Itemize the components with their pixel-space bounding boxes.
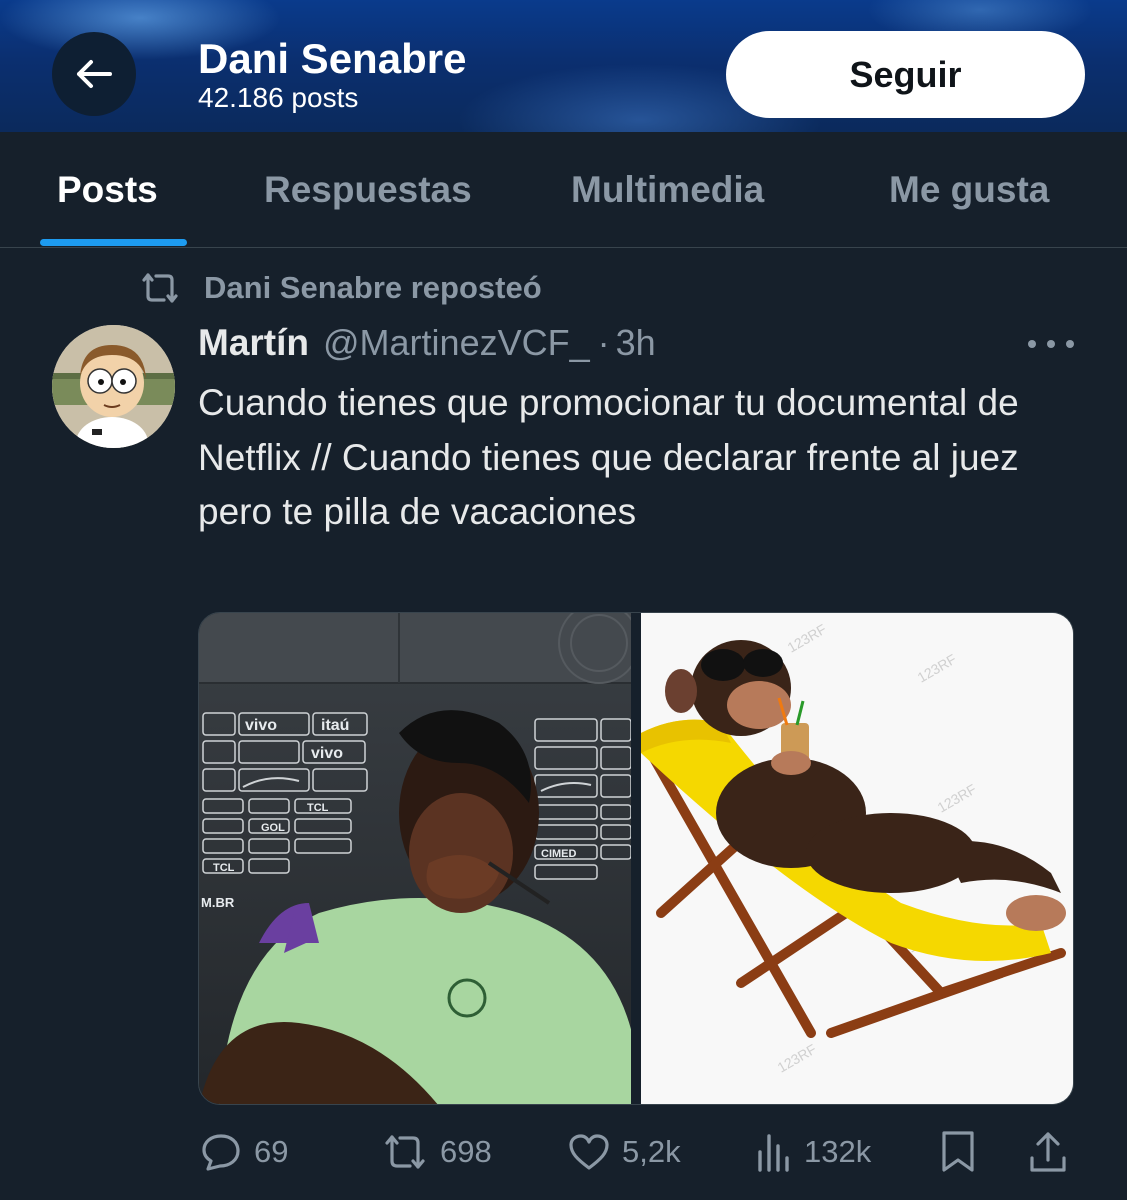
sponsor-tcl-2: TCL (213, 862, 235, 874)
views-button[interactable]: 132k (756, 1128, 871, 1176)
more-icon (1028, 340, 1036, 348)
tweet-text: Cuando tienes que promocionar tu documen… (198, 382, 1019, 532)
author-name[interactable]: Martín (198, 322, 309, 364)
sponsor-gol: GOL (261, 822, 285, 834)
tweet-media[interactable]: vivo itaú vivo TCL GOL TCL CIMED M.BR 12… (198, 612, 1074, 1105)
tweet-header: Martín @MartinezVCF_ · 3h (198, 322, 656, 368)
media-image-monkey-deckchair[interactable]: 123RF 123RF 123RF 123RF 123RF 123RF (641, 613, 1073, 1104)
tweet-time[interactable]: 3h (616, 322, 656, 364)
tweet-actions: 69 698 5,2k 132k (0, 1124, 1127, 1180)
profile-header: Dani Senabre 42.186 posts Seguir (0, 0, 1127, 132)
like-count: 5,2k (622, 1134, 681, 1169)
like-icon (568, 1133, 610, 1171)
views-icon (756, 1132, 792, 1172)
bookmark-button[interactable] (940, 1128, 976, 1176)
back-arrow-icon (76, 59, 112, 89)
sponsor-cimed: CIMED (541, 848, 577, 860)
media-image-press-conference[interactable]: vivo itaú vivo TCL GOL TCL CIMED M.BR (199, 613, 631, 1104)
active-tab-indicator (40, 239, 187, 246)
avatar[interactable] (52, 325, 175, 448)
like-button[interactable]: 5,2k (568, 1128, 681, 1176)
more-icon-dot (1066, 340, 1074, 348)
repost-context[interactable]: Dani Senabre reposteó (138, 268, 542, 308)
sponsor-vivo-2: vivo (311, 745, 343, 762)
repost-icon (382, 1133, 428, 1171)
tab-posts[interactable]: Posts (57, 168, 158, 212)
sponsor-tcl: TCL (307, 802, 329, 814)
tab-me-gusta[interactable]: Me gusta (889, 168, 1049, 212)
share-icon (1028, 1130, 1068, 1174)
repost-label: Dani Senabre reposteó (204, 270, 542, 305)
reply-count: 69 (254, 1134, 289, 1169)
separator: · (597, 322, 610, 363)
repost-count: 698 (440, 1134, 492, 1169)
views-count: 132k (804, 1134, 872, 1169)
share-button[interactable] (1028, 1128, 1068, 1176)
sponsor-vivo: vivo (245, 717, 277, 734)
sponsor-mbr: M.BR (201, 895, 235, 910)
reply-icon (200, 1132, 242, 1172)
back-button[interactable] (52, 32, 136, 116)
bookmark-icon (940, 1130, 976, 1174)
more-icon-dot (1047, 340, 1055, 348)
tab-multimedia[interactable]: Multimedia (571, 168, 764, 212)
post-count: 42.186 posts (198, 82, 359, 113)
follow-button[interactable]: Seguir (726, 31, 1085, 118)
profile-name: Dani Senabre (198, 35, 467, 82)
repost-icon (138, 272, 182, 304)
sponsor-itau: itaú (321, 717, 349, 734)
profile-tabs: Posts Respuestas Multimedia Me gusta (0, 132, 1127, 248)
repost-button[interactable]: 698 (382, 1128, 492, 1176)
more-button[interactable] (1028, 330, 1074, 358)
reply-button[interactable]: 69 (200, 1128, 288, 1176)
author-handle[interactable]: @MartinezVCF_ (323, 322, 590, 364)
tab-respuestas[interactable]: Respuestas (264, 168, 472, 212)
